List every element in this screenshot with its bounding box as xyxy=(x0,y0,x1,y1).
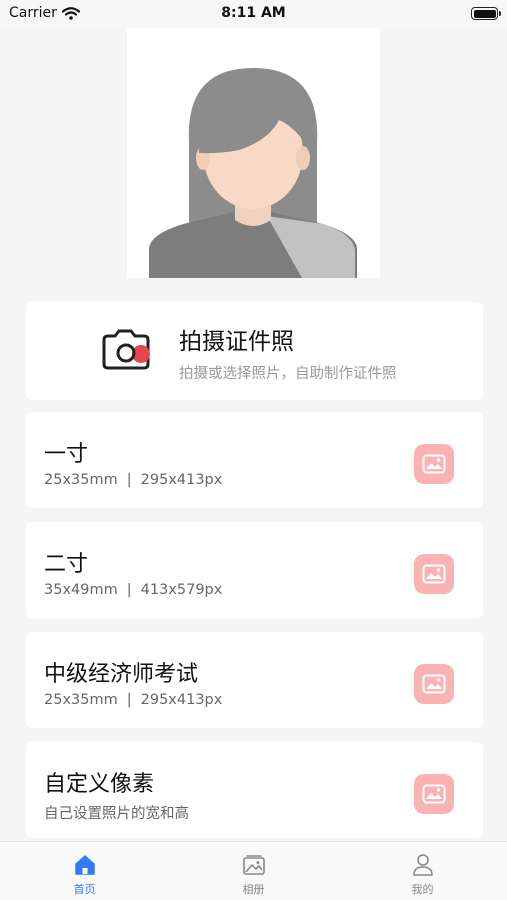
home-icon xyxy=(74,855,95,875)
tab-home-label: 首页 xyxy=(73,883,96,896)
size-spec: 25x35mm | 295x413px xyxy=(44,472,222,488)
size-title: 一寸 xyxy=(44,442,89,467)
tab-album[interactable]: 相册 xyxy=(169,842,338,900)
image-icon xyxy=(422,564,446,584)
image-icon xyxy=(422,674,446,694)
size-mm: 25x35mm xyxy=(44,472,118,488)
select-image-button[interactable] xyxy=(414,444,454,484)
size-separator: | xyxy=(126,692,132,708)
size-mm: 25x35mm xyxy=(44,692,118,708)
size-separator: | xyxy=(126,472,132,488)
status-bar: Carrier 8:11 AM xyxy=(0,0,507,28)
user-icon xyxy=(412,854,433,876)
status-time: 8:11 AM xyxy=(221,5,286,21)
size-description: 自己设置照片的宽和高 xyxy=(44,806,189,822)
size-card-two-inch[interactable]: 二寸 35x49mm | 413x579px xyxy=(26,522,483,618)
capture-subtitle: 拍摄或选择照片，自助制作证件照 xyxy=(179,366,397,382)
size-card-one-inch[interactable]: 一寸 25x35mm | 295x413px xyxy=(26,412,483,508)
size-title: 中级经济师考试 xyxy=(44,662,199,687)
tab-bar: 首页 相册 我的 xyxy=(0,841,507,900)
size-px: 295x413px xyxy=(140,472,223,488)
size-title: 二寸 xyxy=(44,552,89,577)
tab-profile-label: 我的 xyxy=(411,883,434,896)
size-spec: 25x35mm | 295x413px xyxy=(44,692,222,708)
camera-icon xyxy=(102,329,150,370)
tab-album-label: 相册 xyxy=(242,883,265,896)
size-separator: | xyxy=(126,582,132,598)
size-card-economist-exam[interactable]: 中级经济师考试 25x35mm | 295x413px xyxy=(26,632,483,728)
capture-title: 拍摄证件照 xyxy=(179,329,294,355)
portrait-preview xyxy=(127,28,380,278)
battery-icon xyxy=(471,7,501,20)
image-icon xyxy=(422,784,446,804)
size-px: 295x413px xyxy=(140,692,223,708)
size-mm: 35x49mm xyxy=(44,582,118,598)
select-image-button[interactable] xyxy=(414,554,454,594)
capture-id-photo-card[interactable]: 拍摄证件照 拍摄或选择照片，自助制作证件照 xyxy=(26,302,483,400)
tab-profile[interactable]: 我的 xyxy=(338,842,507,900)
size-title: 自定义像素 xyxy=(44,772,155,797)
select-image-button[interactable] xyxy=(414,774,454,814)
size-px: 413x579px xyxy=(140,582,223,598)
size-card-custom-pixels[interactable]: 自定义像素 自己设置照片的宽和高 xyxy=(26,742,483,838)
image-icon xyxy=(422,454,446,474)
album-icon xyxy=(242,855,265,875)
woman-portrait-icon xyxy=(149,68,357,278)
tab-home[interactable]: 首页 xyxy=(0,842,169,900)
size-spec: 35x49mm | 413x579px xyxy=(44,582,222,598)
select-image-button[interactable] xyxy=(414,664,454,704)
